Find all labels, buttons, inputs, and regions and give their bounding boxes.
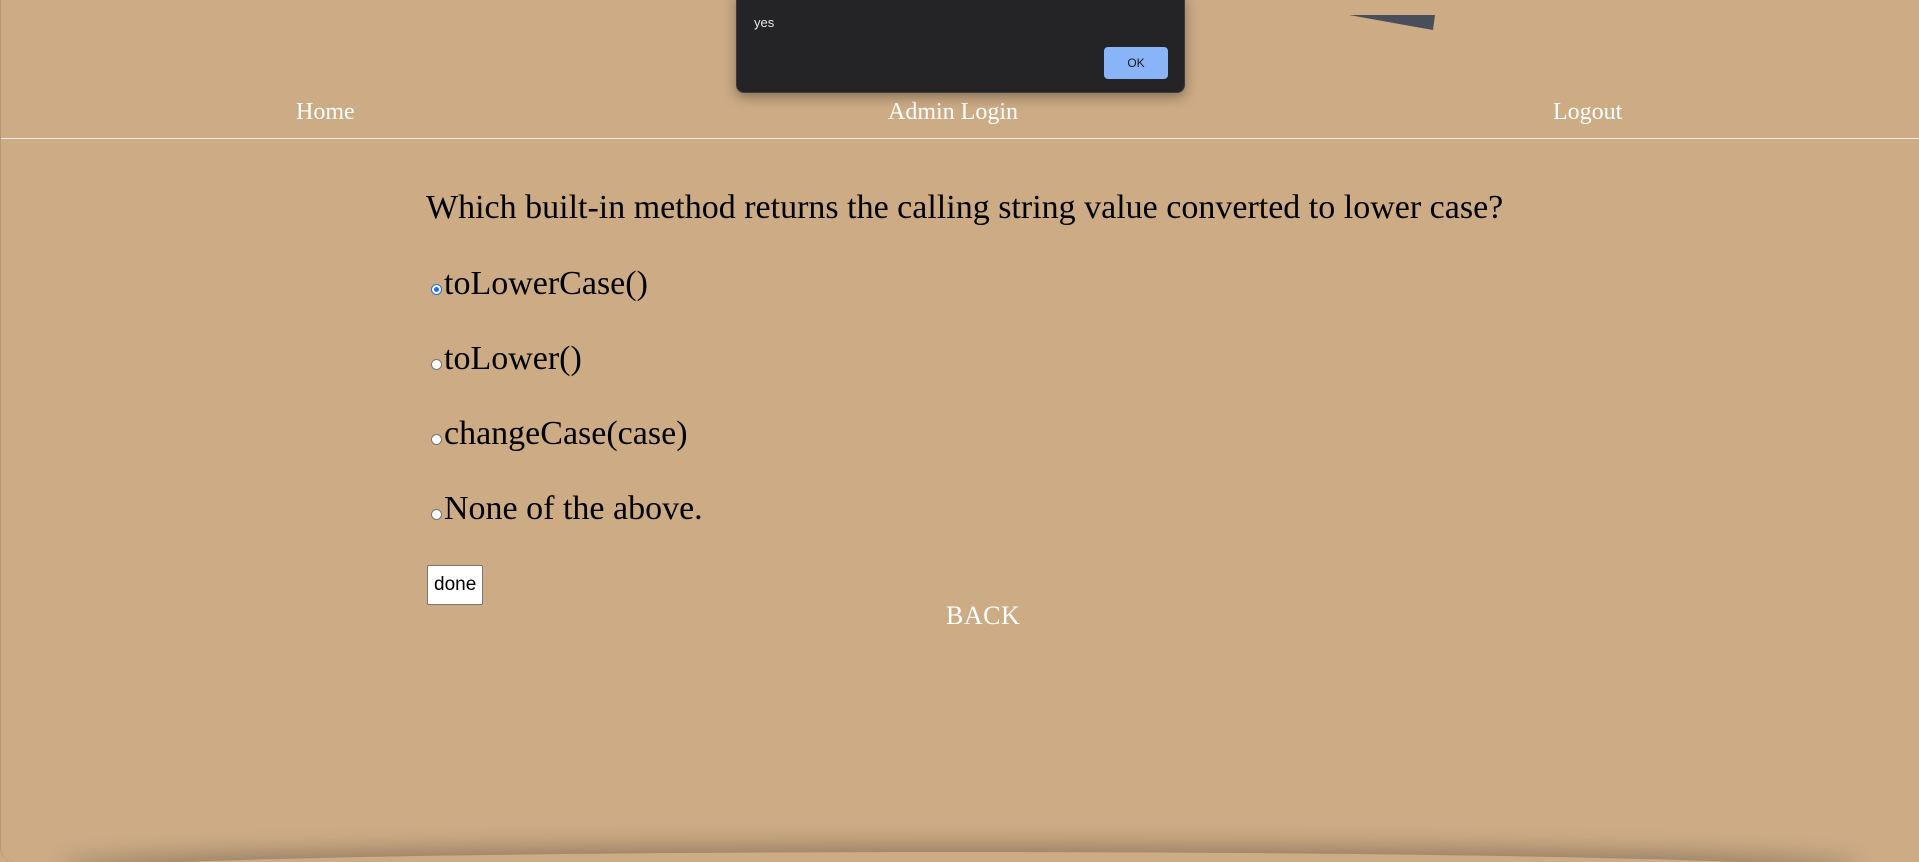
quiz-form: Which built-in method returns the callin… [426,186,1626,605]
answer-option[interactable]: None of the above. [426,489,703,529]
alert-ok-button[interactable]: OK [1104,47,1168,79]
answer-option[interactable]: toLowerCase() [426,264,648,304]
answer-option[interactable]: toLower() [426,339,582,379]
back-link[interactable]: BACK [946,601,1020,631]
nav-logout-link[interactable]: Logout [1553,99,1622,126]
answer-option[interactable]: changeCase(case) [426,414,688,454]
page: Home Admin Login Logout Which built-in m… [0,0,1919,862]
done-button[interactable]: done [427,565,484,605]
alert-dialog: yes OK [736,0,1185,93]
question-text: Which built-in method returns the callin… [426,189,1504,226]
radio-button[interactable] [431,358,442,370]
nav-home-link[interactable]: Home [296,99,355,126]
nav-admin-login-link[interactable]: Admin Login [888,99,1018,126]
radio-button-selected[interactable] [431,283,442,295]
decorative-shape [1349,15,1435,30]
answer-option-label: toLower() [444,340,582,377]
answer-option-label: None of the above. [444,490,703,527]
radio-button[interactable] [431,508,442,520]
window-bottom-shadow [61,852,1859,862]
top-nav: Home Admin Login Logout [1,96,1919,139]
alert-message: yes [754,15,775,30]
answer-option-label: changeCase(case) [444,415,688,452]
answer-option-label: toLowerCase() [444,265,648,302]
radio-button[interactable] [431,433,442,445]
